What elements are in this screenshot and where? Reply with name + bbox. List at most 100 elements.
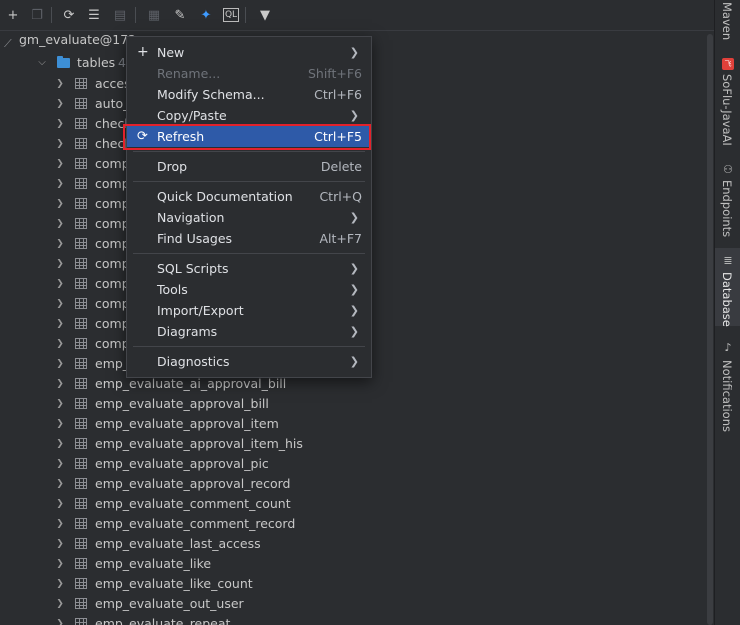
menu-item-sql-scripts[interactable]: SQL Scripts ❯ bbox=[127, 258, 371, 279]
notifications-label: Notifications bbox=[720, 360, 734, 432]
refresh-icon[interactable]: ⟳ bbox=[60, 6, 78, 24]
jump-to-console-icon[interactable]: ✦ bbox=[197, 6, 215, 24]
chevron-right-icon[interactable]: ❯ bbox=[55, 394, 65, 414]
menu-item-quick-documentation[interactable]: Quick Documentation Ctrl+Q bbox=[127, 186, 371, 207]
table-row[interactable]: ❯ emp_evaluate_approval_pic bbox=[0, 454, 700, 474]
chevron-right-icon[interactable]: ❯ bbox=[55, 574, 65, 594]
menu-item-import-export[interactable]: Import/Export ❯ bbox=[127, 300, 371, 321]
chevron-right-icon[interactable]: ❯ bbox=[55, 534, 65, 554]
connection-icon: ⟋ bbox=[4, 37, 12, 50]
table-row[interactable]: ❯ emp_evaluate_approval_record bbox=[0, 474, 700, 494]
chevron-right-icon: ❯ bbox=[349, 283, 359, 296]
console-icon[interactable]: QL bbox=[223, 8, 239, 22]
chevron-down-icon[interactable]: ⌵ bbox=[37, 53, 47, 73]
menu-separator bbox=[133, 253, 365, 254]
chevron-right-icon[interactable]: ❯ bbox=[55, 334, 65, 354]
menu-item-diagnostics[interactable]: Diagnostics ❯ bbox=[127, 351, 371, 372]
chevron-right-icon[interactable]: ❯ bbox=[55, 74, 65, 94]
chevron-right-icon[interactable]: ❯ bbox=[55, 434, 65, 454]
chevron-right-icon[interactable]: ❯ bbox=[55, 454, 65, 474]
menu-item-refresh[interactable]: ⟳ Refresh Ctrl+F5 bbox=[127, 126, 371, 147]
tree-scrollbar[interactable] bbox=[706, 34, 714, 625]
table-row[interactable]: ❯ emp_evaluate_comment_count bbox=[0, 494, 700, 514]
table-icon[interactable]: ▦ bbox=[145, 6, 163, 24]
chevron-right-icon[interactable]: ❯ bbox=[55, 254, 65, 274]
table-name: comp bbox=[95, 316, 130, 331]
edit-datasource-icon[interactable]: ☰ bbox=[85, 6, 103, 24]
menu-item-tools[interactable]: Tools ❯ bbox=[127, 279, 371, 300]
menu-item-copy-paste[interactable]: Copy/Paste ❯ bbox=[127, 105, 371, 126]
table-row[interactable]: ❯ emp_evaluate_like bbox=[0, 554, 700, 574]
properties-icon[interactable]: ▤ bbox=[111, 6, 129, 24]
edit-icon[interactable]: ✎ bbox=[171, 6, 189, 24]
chevron-right-icon: ❯ bbox=[349, 46, 359, 59]
chevron-right-icon[interactable]: ❯ bbox=[55, 174, 65, 194]
chevron-right-icon[interactable]: ❯ bbox=[55, 274, 65, 294]
maven-tool-button[interactable]: Maven bbox=[715, 0, 740, 42]
connection-label: gm_evaluate@172 bbox=[19, 32, 137, 47]
table-row[interactable]: ❯ emp_evaluate_approval_item_his bbox=[0, 434, 700, 454]
chevron-right-icon[interactable]: ❯ bbox=[55, 374, 65, 394]
database-tool-button[interactable]: ≣ Database bbox=[715, 248, 740, 327]
tables-count: 4 bbox=[118, 55, 126, 70]
table-icon bbox=[75, 198, 87, 209]
database-label: Database bbox=[720, 272, 734, 327]
table-row[interactable]: ❯ emp_evaluate_comment_record bbox=[0, 514, 700, 534]
chevron-right-icon: ❯ bbox=[349, 355, 359, 368]
chevron-right-icon[interactable]: ❯ bbox=[55, 594, 65, 614]
menu-item-diagrams[interactable]: Diagrams ❯ bbox=[127, 321, 371, 342]
menu-item-navigation[interactable]: Navigation ❯ bbox=[127, 207, 371, 228]
add-icon[interactable]: + bbox=[4, 6, 22, 24]
chevron-right-icon[interactable]: ❯ bbox=[55, 214, 65, 234]
table-name: emp_evaluate_approval_record bbox=[95, 476, 291, 491]
endpoints-icon: ⚇ bbox=[723, 163, 733, 176]
table-row[interactable]: ❯ emp_evaluate_approval_item bbox=[0, 414, 700, 434]
chevron-right-icon[interactable]: ❯ bbox=[55, 614, 65, 625]
menu-item-shortcut: Ctrl+Q bbox=[319, 189, 362, 204]
duplicate-icon[interactable]: ❐ bbox=[28, 6, 46, 24]
chevron-right-icon[interactable]: ❯ bbox=[55, 314, 65, 334]
chevron-right-icon: ❯ bbox=[349, 304, 359, 317]
chevron-right-icon[interactable]: ❯ bbox=[55, 294, 65, 314]
menu-item-find-usages[interactable]: Find Usages Alt+F7 bbox=[127, 228, 371, 249]
menu-item-drop[interactable]: Drop Delete bbox=[127, 156, 371, 177]
chevron-right-icon[interactable]: ❯ bbox=[55, 514, 65, 534]
notifications-tool-button[interactable]: ♪ Notifications bbox=[715, 340, 740, 432]
table-name: emp_evaluate_comment_count bbox=[95, 496, 291, 511]
chevron-right-icon[interactable]: ❯ bbox=[55, 354, 65, 374]
chevron-right-icon[interactable]: ❯ bbox=[55, 154, 65, 174]
table-row[interactable]: ❯ emp_evaluate_last_access bbox=[0, 534, 700, 554]
sofiu-tool-button[interactable]: 飞 SoFlu-JavaAI bbox=[715, 56, 740, 154]
menu-item-shortcut: Shift+F6 bbox=[307, 66, 362, 81]
table-icon bbox=[75, 598, 87, 609]
menu-item-modify-schema[interactable]: Modify Schema... Ctrl+F6 bbox=[127, 84, 371, 105]
filter-icon[interactable]: ▼ bbox=[256, 6, 274, 24]
menu-item-shortcut: Delete bbox=[320, 159, 362, 174]
chevron-right-icon[interactable]: ❯ bbox=[55, 134, 65, 154]
table-icon bbox=[75, 578, 87, 589]
scrollbar-thumb[interactable] bbox=[707, 34, 713, 625]
endpoints-tool-button[interactable]: ⚇ Endpoints bbox=[715, 160, 740, 240]
chevron-right-icon[interactable]: ❯ bbox=[55, 494, 65, 514]
chevron-right-icon[interactable]: ❯ bbox=[55, 234, 65, 254]
chevron-right-icon[interactable]: ❯ bbox=[55, 554, 65, 574]
table-row[interactable]: ❯ emp_evaluate_out_user bbox=[0, 594, 700, 614]
table-icon bbox=[75, 238, 87, 249]
table-icon bbox=[75, 618, 87, 625]
chevron-right-icon[interactable]: ❯ bbox=[55, 94, 65, 114]
table-icon bbox=[75, 538, 87, 549]
chevron-right-icon[interactable]: ❯ bbox=[55, 114, 65, 134]
right-tool-strip: Maven 飞 SoFlu-JavaAI ⚇ Endpoints ≣ Datab… bbox=[714, 0, 740, 625]
maven-label: Maven bbox=[720, 2, 734, 41]
table-row[interactable]: ❯ emp_evaluate_approval_bill bbox=[0, 394, 700, 414]
table-icon bbox=[75, 118, 87, 129]
table-row[interactable]: ❯ emp_evaluate_repeat bbox=[0, 614, 700, 625]
chevron-right-icon[interactable]: ❯ bbox=[55, 194, 65, 214]
table-row[interactable]: ❯ emp_evaluate_like_count bbox=[0, 574, 700, 594]
table-name: emp_evaluate_approval_pic bbox=[95, 456, 269, 471]
chevron-right-icon[interactable]: ❯ bbox=[55, 474, 65, 494]
menu-item-new[interactable]: + New ❯ bbox=[127, 42, 371, 63]
menu-item-rename[interactable]: Rename... Shift+F6 bbox=[127, 63, 371, 84]
chevron-right-icon[interactable]: ❯ bbox=[55, 414, 65, 434]
table-icon bbox=[75, 338, 87, 349]
